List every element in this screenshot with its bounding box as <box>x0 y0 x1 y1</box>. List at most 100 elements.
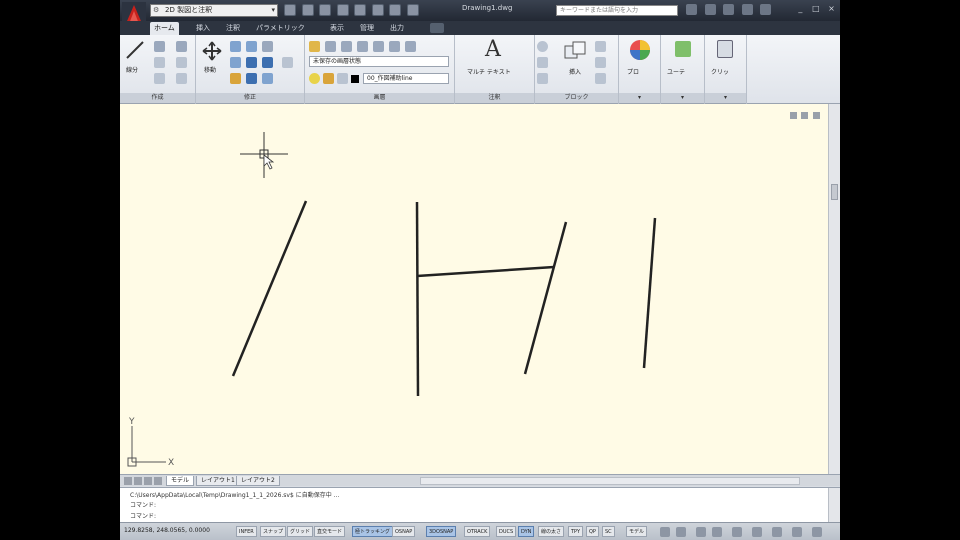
mirror-icon[interactable] <box>246 57 257 68</box>
tab-layout2[interactable]: レイアウト2 <box>236 476 280 486</box>
mtext-label[interactable]: マルチ テキスト <box>467 67 511 76</box>
panel-block-label[interactable]: ブロック <box>535 93 618 103</box>
undo-icon[interactable] <box>354 4 367 16</box>
toggle-snap[interactable]: スナップ <box>260 526 287 537</box>
toggle-model-space[interactable]: モデル <box>626 526 648 537</box>
next-layout-icon[interactable] <box>144 477 152 485</box>
toggle-infer[interactable]: INFER <box>236 526 257 537</box>
layer-state-select[interactable]: 未保存の画層状態 <box>309 56 449 67</box>
viewport-restore-icon[interactable] <box>801 112 809 119</box>
panel-properties-dropdown[interactable]: ▾ <box>619 93 660 103</box>
search-input[interactable]: キーワードまたは語句を入力 <box>556 5 678 16</box>
favorites-star-icon[interactable] <box>741 4 753 15</box>
panel-utilities-dropdown[interactable]: ▾ <box>661 93 704 103</box>
viewport-minimize-icon[interactable] <box>789 112 797 119</box>
ribbon-minimize-icon[interactable] <box>430 23 444 33</box>
move-icon[interactable] <box>202 41 222 61</box>
leader-icon[interactable] <box>537 57 548 68</box>
toggle-polar[interactable]: 極トラッキング <box>352 526 393 537</box>
toggle-qp[interactable]: QP <box>586 526 599 537</box>
toggle-ducs[interactable]: DUCS <box>496 526 517 537</box>
panel-annotation-label[interactable]: 注釈 <box>455 93 534 103</box>
arc-icon[interactable] <box>176 41 187 52</box>
isolate-objects-icon[interactable] <box>792 527 802 537</box>
text-a-icon[interactable]: A <box>485 37 501 62</box>
toggle-sc[interactable]: SC <box>602 526 615 537</box>
circle-icon[interactable] <box>154 57 165 68</box>
first-layout-icon[interactable] <box>124 477 132 485</box>
stretch-icon[interactable] <box>230 73 241 84</box>
new-file-icon[interactable] <box>284 4 296 16</box>
drawn-line-3[interactable] <box>416 265 555 278</box>
rectangle-icon[interactable] <box>176 73 187 84</box>
fillet-icon[interactable] <box>262 57 273 68</box>
vertical-scrollbar[interactable] <box>828 104 840 474</box>
horizontal-scrollbar[interactable] <box>420 477 800 485</box>
spline-icon[interactable] <box>176 57 187 68</box>
toggle-otrack[interactable]: OTRACK <box>464 526 491 537</box>
tab-annotate[interactable]: 注釈 <box>222 22 244 35</box>
quick-view-layouts-icon[interactable] <box>660 527 670 537</box>
utilities-measure-icon[interactable] <box>675 41 691 57</box>
zoom-icon[interactable] <box>712 527 722 537</box>
pan-icon[interactable] <box>696 527 706 537</box>
quick-view-drawings-icon[interactable] <box>676 527 686 537</box>
tab-home[interactable]: ホーム <box>150 22 179 35</box>
layer-state-icon[interactable] <box>341 41 352 52</box>
tab-layout1[interactable]: レイアウト1 <box>196 476 240 486</box>
layer-freeze-icon[interactable] <box>373 41 384 52</box>
toggle-dyn[interactable]: DYN <box>518 526 535 537</box>
layer-on-bulb-icon[interactable] <box>309 73 320 84</box>
array-icon[interactable] <box>262 73 273 84</box>
drawn-line-4[interactable] <box>523 221 568 375</box>
prev-layout-icon[interactable] <box>134 477 142 485</box>
command-line[interactable]: C:\Users\AppData\Local\Temp\Drawing1_1_1… <box>120 487 840 523</box>
help-icon[interactable] <box>760 4 772 15</box>
line-tool-icon[interactable] <box>124 39 146 61</box>
command-prompt[interactable]: コマンド: <box>130 511 156 520</box>
save-as-icon[interactable] <box>336 4 349 16</box>
workspace-dropdown[interactable]: ⚙ 2D 製図と注釈 ▾ <box>150 4 278 17</box>
communication-center-icon[interactable] <box>723 4 735 15</box>
properties-color-wheel-icon[interactable] <box>629 39 651 61</box>
drawn-line-1[interactable] <box>231 200 308 377</box>
close-button[interactable]: × <box>825 2 838 16</box>
rotate-icon[interactable] <box>230 41 241 52</box>
maximize-button[interactable]: □ <box>809 2 822 16</box>
layer-lock-icon[interactable] <box>405 41 416 52</box>
command-line-scrollbar[interactable] <box>828 488 840 523</box>
layer-properties-icon[interactable] <box>309 41 320 52</box>
dimension-icon[interactable] <box>537 41 548 52</box>
clean-screen-icon[interactable] <box>812 527 822 537</box>
panel-modify-label[interactable]: 修正 <box>196 93 304 103</box>
annotation-scale-icon[interactable] <box>732 527 742 537</box>
toggle-ortho[interactable]: 直交モード <box>314 526 346 537</box>
clipboard-paste-icon[interactable] <box>717 40 733 58</box>
open-file-icon[interactable] <box>301 4 314 16</box>
layer-lock-icon-2[interactable] <box>337 73 348 84</box>
tab-insert[interactable]: 挿入 <box>192 22 214 35</box>
drawing-canvas[interactable]: Y X <box>120 104 828 474</box>
toggle-tpy[interactable]: TPY <box>568 526 584 537</box>
qat-dropdown-icon[interactable] <box>406 4 419 16</box>
layer-freeze-sun-icon[interactable] <box>323 73 334 84</box>
table-icon[interactable] <box>537 73 548 84</box>
scrollbar-thumb[interactable] <box>831 184 838 200</box>
coordinates-readout[interactable]: 129.8258, 248.0565, 0.0000 <box>124 527 210 534</box>
tab-output[interactable]: 出力 <box>386 22 408 35</box>
toggle-3dosnap[interactable]: 3DOSNAP <box>426 526 457 537</box>
last-layout-icon[interactable] <box>154 477 162 485</box>
create-block-icon[interactable] <box>595 41 606 52</box>
lock-toolbar-icon[interactable] <box>772 527 782 537</box>
offset-icon[interactable] <box>282 57 293 68</box>
erase-icon[interactable] <box>262 41 273 52</box>
subscription-icon[interactable] <box>704 4 716 15</box>
layer-isolate-icon[interactable] <box>357 41 368 52</box>
attribute-icon[interactable] <box>595 73 606 84</box>
save-icon[interactable] <box>319 4 332 16</box>
tab-view[interactable]: 表示 <box>326 22 348 35</box>
minimize-button[interactable]: _ <box>794 2 807 16</box>
workspace-switch-icon[interactable] <box>752 527 762 537</box>
panel-draw-label[interactable]: 作成 <box>120 93 195 103</box>
layer-color-swatch[interactable] <box>351 75 359 83</box>
